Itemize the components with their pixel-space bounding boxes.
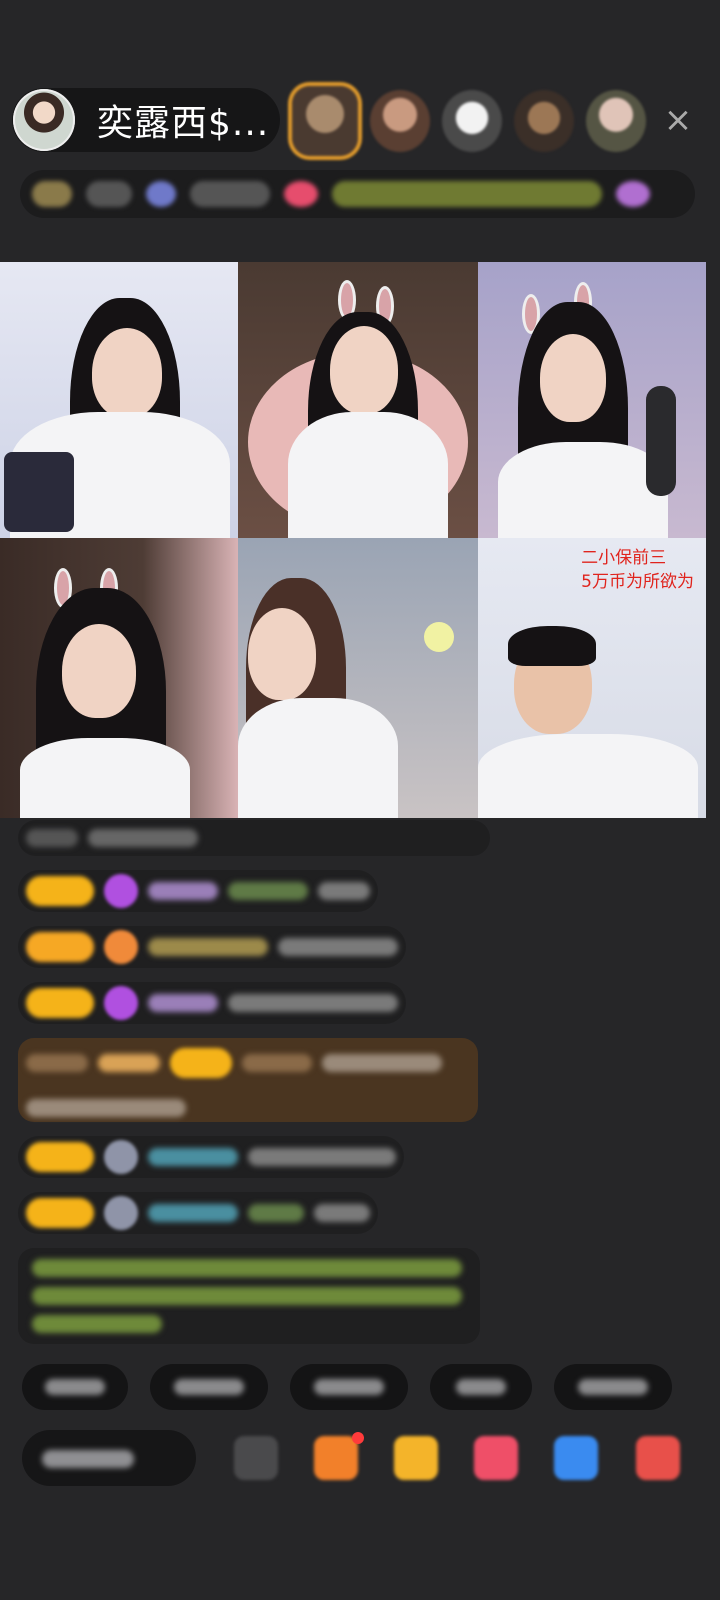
host-profile-pill[interactable]: 奕露西$... xyxy=(12,88,280,152)
host-name: 奕露西$... xyxy=(97,103,270,144)
announcement-ticker[interactable] xyxy=(332,181,602,207)
more-icon[interactable] xyxy=(616,181,650,207)
chat-message[interactable] xyxy=(18,820,490,856)
fans-icon xyxy=(146,181,176,207)
quick-reply-button[interactable] xyxy=(430,1364,532,1410)
viewer-avatar[interactable] xyxy=(586,90,646,152)
game-icon[interactable] xyxy=(554,1436,598,1480)
top-viewers-list[interactable] xyxy=(292,86,646,156)
chat-message[interactable] xyxy=(18,982,406,1024)
viewer-avatar[interactable] xyxy=(370,90,430,152)
promo-line-1: 二小保前三 xyxy=(581,548,667,568)
viewer-avatar[interactable] xyxy=(292,86,358,156)
multi-guest-video-grid[interactable]: 二小保前三 5万币为所欲为 xyxy=(0,262,706,818)
fans-text xyxy=(190,181,270,207)
chat-input[interactable] xyxy=(22,1430,196,1486)
vip-gem-icon xyxy=(104,874,138,908)
viewer-avatar[interactable] xyxy=(442,90,502,152)
promo-text: 二小保前三 5万币为所欲为 xyxy=(581,546,694,594)
rank-chip[interactable] xyxy=(32,181,72,207)
vip-gem-icon xyxy=(104,986,138,1020)
level-badge xyxy=(26,876,94,906)
bottom-action-bar[interactable] xyxy=(22,1430,712,1490)
level-badge xyxy=(26,932,94,962)
chat-message-highlight[interactable] xyxy=(18,1038,478,1122)
rank-text xyxy=(86,181,132,207)
chat-message[interactable] xyxy=(18,870,378,912)
avatar xyxy=(104,1140,138,1174)
room-info-strip[interactable] xyxy=(20,170,695,218)
gift-box-icon[interactable] xyxy=(314,1436,358,1480)
avatar xyxy=(104,1196,138,1230)
quick-reply-button[interactable] xyxy=(22,1364,128,1410)
system-notice xyxy=(18,1248,480,1344)
gift-icon[interactable] xyxy=(394,1436,438,1480)
quick-reply-button[interactable] xyxy=(290,1364,408,1410)
chat-list[interactable] xyxy=(18,820,490,1358)
chat-message[interactable] xyxy=(18,1136,404,1178)
follow-icon[interactable] xyxy=(284,181,318,207)
quick-reply-button[interactable] xyxy=(554,1364,672,1410)
level-badge xyxy=(26,1198,94,1228)
video-tile-5[interactable] xyxy=(238,538,478,818)
quick-reply-bar[interactable] xyxy=(22,1364,672,1410)
video-tile-2[interactable] xyxy=(238,262,478,538)
video-tile-6[interactable]: 二小保前三 5万币为所欲为 xyxy=(478,538,706,818)
chat-message[interactable] xyxy=(18,1192,378,1234)
video-tile-3[interactable] xyxy=(478,262,706,538)
chat-message[interactable] xyxy=(18,926,406,968)
notification-dot xyxy=(352,1432,364,1444)
emoji-icon[interactable] xyxy=(234,1436,278,1480)
host-avatar[interactable] xyxy=(13,89,75,151)
video-tile-4[interactable] xyxy=(0,538,238,818)
level-badge xyxy=(26,988,94,1018)
viewer-avatar[interactable] xyxy=(514,90,574,152)
video-tile-1[interactable] xyxy=(0,262,238,538)
promo-line-2: 5万币为所欲为 xyxy=(581,572,694,592)
vip-gem-icon xyxy=(104,930,138,964)
level-badge xyxy=(26,1142,94,1172)
quick-reply-button[interactable] xyxy=(150,1364,268,1410)
close-icon[interactable]: × xyxy=(660,102,696,138)
interaction-icon[interactable] xyxy=(474,1436,518,1480)
more-icon[interactable] xyxy=(636,1436,680,1480)
